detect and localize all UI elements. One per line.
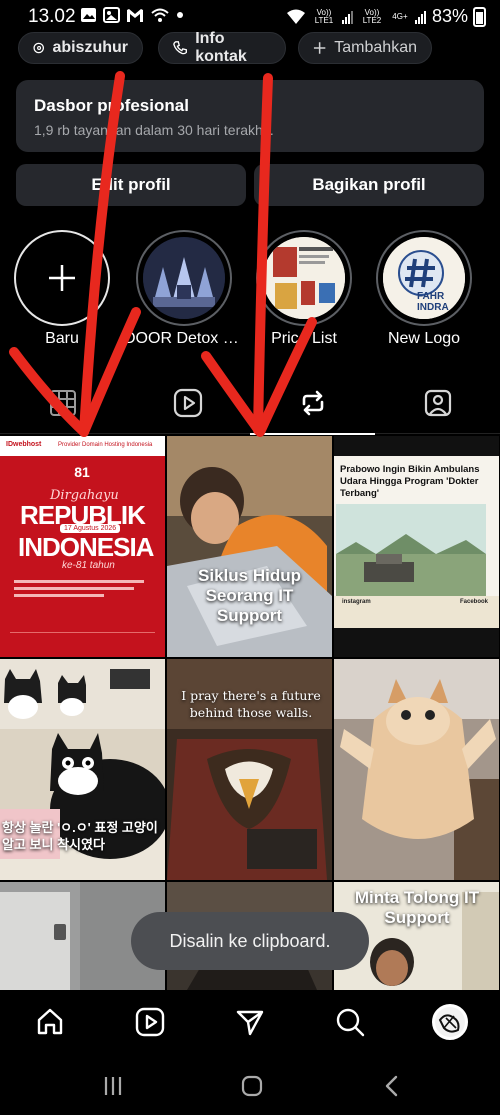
- post-tile[interactable]: [334, 659, 499, 880]
- highlight-cover: [143, 237, 225, 319]
- home-system-button[interactable]: [232, 1070, 272, 1102]
- add-label: Tambahkan: [334, 39, 417, 56]
- contact-info-chip[interactable]: Info kontak: [158, 30, 286, 65]
- anniversary-logo: 81: [74, 464, 90, 480]
- contact-info-label: Info kontak: [195, 30, 247, 65]
- price-list-collage: [263, 237, 345, 319]
- post-foot-right: Facebook: [460, 599, 489, 605]
- threads-username: abiszuhur: [52, 39, 128, 56]
- battery-icon: [473, 6, 486, 27]
- photo-icon: [81, 8, 96, 22]
- phone-icon: [173, 41, 187, 55]
- dashboard-subtitle: 1,9 rb tayangan dalam 30 hari terakhir.: [34, 122, 274, 138]
- battery-percent: 83%: [431, 6, 468, 26]
- reels-tab[interactable]: [125, 372, 250, 434]
- post-headline: Prabowo Ingin Bikin Ambulans Udara Hingg…: [340, 464, 480, 499]
- reels-icon: [173, 388, 202, 418]
- post-body-lines: [14, 580, 154, 597]
- sim1-label: Vo)) LTE1: [314, 7, 334, 25]
- status-time: 13.02: [28, 6, 76, 27]
- tagged-tab[interactable]: [375, 372, 500, 434]
- sim2-label: Vo)) LTE2: [362, 7, 382, 25]
- highlight-new-logo[interactable]: FAHR INDRA New Logo: [376, 230, 472, 347]
- clipboard-toast: Disalin ke clipboard.: [131, 912, 369, 970]
- post-brand-tag: Provider Domain Hosting Indonesia: [58, 442, 153, 448]
- recent-apps-button[interactable]: [93, 1070, 133, 1102]
- game-screenshot: [336, 504, 486, 604]
- dashboard-title: Dasbor profesional: [34, 96, 189, 115]
- highlight-label: New Logo: [387, 330, 461, 347]
- back-icon: [385, 1075, 398, 1097]
- plus-icon: [313, 42, 326, 54]
- post-caption: I pray there's a future behind those wal…: [181, 688, 321, 720]
- post-caption: 항상 놀란 'ㅇ.ㅇ' 표정 고양이 알고 보니 착시였다: [2, 820, 158, 852]
- post-tile[interactable]: Prabowo Ingin Bikin Ambulans Udara Hingg…: [334, 436, 499, 657]
- gallery-icon: [103, 7, 120, 23]
- professional-dashboard[interactable]: Dasbor profesional 1,9 rb tayangan dalam…: [16, 80, 484, 152]
- threads-chip[interactable]: abiszuhur: [18, 32, 143, 64]
- reposts-tab[interactable]: [250, 372, 375, 435]
- post-brand: IDwebhost: [6, 441, 42, 448]
- post-tile[interactable]: I pray there's a future behind those wal…: [167, 659, 332, 880]
- dot-icon: [177, 12, 183, 18]
- post-caption: Siklus Hidup Seorang IT Support: [198, 566, 301, 625]
- home-pill-icon: [241, 1075, 263, 1097]
- direct-button[interactable]: [228, 1000, 272, 1044]
- share-profile-button[interactable]: Bagikan profil: [254, 164, 484, 206]
- reels-button[interactable]: [128, 1000, 172, 1044]
- wifi-call-icon: [151, 8, 169, 22]
- profile-avatar: [432, 1004, 468, 1040]
- logo-caption: FAHR INDRA: [417, 291, 449, 313]
- signal-icon-2: [414, 10, 426, 24]
- new-highlight-ring: [14, 230, 110, 326]
- post-tile[interactable]: Siklus Hidup Seorang IT Support: [167, 436, 332, 657]
- highlight-cover: [263, 237, 345, 319]
- edit-profile-button[interactable]: Edit profil: [16, 164, 246, 206]
- post-tile[interactable]: 항상 놀란 'ㅇ.ㅇ' 표정 고양이 알고 보니 착시였다: [0, 659, 165, 880]
- highlight-label: DOOR Detox JKT...: [124, 330, 244, 347]
- net-label: 4G+: [392, 11, 408, 21]
- repost-icon: [302, 390, 323, 416]
- back-button[interactable]: [372, 1070, 412, 1102]
- search-icon: [336, 1008, 365, 1037]
- status-bar: 13.02 Vo)) LTE1 Vo)) LTE2 4G+ 83%: [0, 0, 500, 34]
- recent-apps-icon: [104, 1077, 122, 1095]
- bottom-navigation: [0, 990, 500, 1054]
- grid-tab[interactable]: [0, 372, 125, 434]
- home-button[interactable]: [28, 1000, 72, 1044]
- profile-tabs: [0, 372, 500, 435]
- temple-illustration: [143, 237, 225, 319]
- post-tile[interactable]: IDwebhost Provider Domain Hosting Indone…: [0, 436, 165, 657]
- threads-icon: [33, 42, 45, 54]
- highlight-label: Baru: [45, 330, 79, 347]
- tagged-icon: [424, 389, 451, 417]
- cat-photo: [334, 659, 499, 880]
- post-headline-2: INDONESIA: [18, 532, 154, 562]
- post-footer-lines: [10, 632, 155, 646]
- highlight-cover: FAHR INDRA: [383, 237, 465, 319]
- highlight-new[interactable]: Baru: [14, 230, 110, 347]
- direct-icon: [236, 1010, 264, 1036]
- plus-icon: [49, 265, 75, 291]
- search-button[interactable]: [328, 1000, 372, 1044]
- highlight-door-detox[interactable]: DOOR Detox JKT...: [124, 230, 244, 347]
- signal-icon: [341, 10, 353, 24]
- profile-button[interactable]: [428, 1000, 472, 1044]
- reels-icon: [135, 1007, 165, 1037]
- post-caption: Minta Tolong IT Support: [354, 888, 480, 927]
- highlight-price-list[interactable]: Price List: [256, 230, 352, 347]
- add-chip[interactable]: Tambahkan: [298, 32, 432, 64]
- highlight-label: Price List: [271, 330, 337, 347]
- post-years: ke-81 tahun: [62, 560, 115, 571]
- home-icon: [37, 1008, 63, 1035]
- post-foot-left: instagram: [342, 599, 371, 605]
- gmail-icon: [127, 8, 143, 22]
- system-navigation: [0, 1054, 500, 1115]
- wifi-icon: [286, 9, 305, 24]
- grid-icon: [49, 390, 76, 416]
